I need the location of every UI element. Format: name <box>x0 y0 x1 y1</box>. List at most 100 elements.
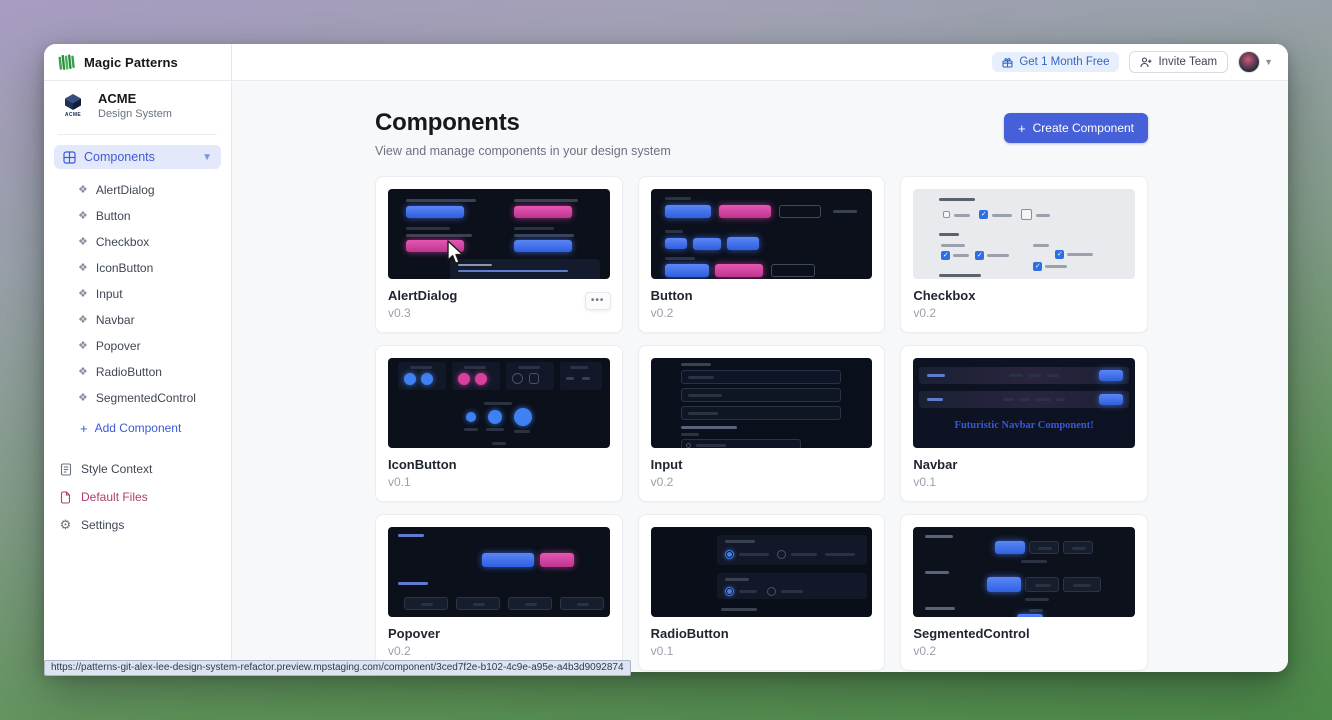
thumb-codeblock <box>450 259 600 279</box>
create-component-button[interactable]: + Create Component <box>1004 113 1148 143</box>
card-navbar[interactable]: Futuristic Navbar Component! Navbar v0.1 <box>900 345 1148 502</box>
page-content: Components View and manage components in… <box>232 81 1288 672</box>
plus-icon: + <box>80 422 88 435</box>
thumb-iconbutton <box>466 412 476 422</box>
thumb-nav-button <box>1099 370 1123 381</box>
sidebar-components-label: Components <box>84 150 155 164</box>
invite-label: Invite Team <box>1158 56 1217 68</box>
thumb-caption <box>514 234 574 237</box>
get-month-free-button[interactable]: Get 1 Month Free <box>992 52 1119 72</box>
thumb-nav-link <box>1003 398 1014 401</box>
thumb-label <box>781 590 803 593</box>
thumb-label <box>953 254 969 257</box>
grid-icon <box>63 151 76 164</box>
card-more-button[interactable]: ••• <box>585 292 611 310</box>
sidebar-item-label: SegmentedControl <box>96 391 196 405</box>
thumb-radio-selected <box>725 587 734 596</box>
thumb-label <box>577 603 589 606</box>
sidebar-item-alertdialog[interactable]: ❖AlertDialog <box>44 177 231 203</box>
thumb-iconbutton <box>404 373 416 385</box>
thumb-label <box>1045 265 1067 268</box>
thumb-pill <box>514 240 572 252</box>
thumb-caption <box>570 366 588 369</box>
plus-icon: + <box>1018 122 1026 135</box>
thumb-checkbox-checked <box>975 251 984 260</box>
thumb-caption <box>925 535 953 538</box>
thumb-iconbutton <box>529 373 539 384</box>
thumb-navbar <box>919 391 1129 408</box>
card-segmentedcontrol[interactable]: SegmentedControl v0.2 <box>900 514 1148 671</box>
sidebar-item-button[interactable]: ❖Button <box>44 203 231 229</box>
card-radiobutton[interactable]: RadioButton v0.1 <box>638 514 886 671</box>
card-alertdialog[interactable]: AlertDialog v0.3 ••• <box>375 176 623 333</box>
thumb-caption <box>406 234 472 237</box>
thumb-label <box>791 553 817 556</box>
card-version: v0.2 <box>388 644 610 658</box>
account-menu[interactable]: ▼ <box>1238 51 1273 73</box>
sidebar-item-default-files[interactable]: Default Files <box>44 483 231 511</box>
card-name: AlertDialog <box>388 288 610 304</box>
thumb-label <box>941 244 965 247</box>
thumb-iconbutton <box>421 373 433 385</box>
thumb-label <box>825 553 855 556</box>
thumb-codeline <box>458 270 568 272</box>
org-switcher[interactable]: ACME ACME Design System <box>44 81 231 128</box>
thumb-button <box>560 597 604 610</box>
thumb-caption <box>725 540 755 543</box>
component-icon: ❖ <box>78 315 88 326</box>
thumb-checkbox-checked <box>1055 250 1064 259</box>
card-popover[interactable]: Popover v0.2 <box>375 514 623 671</box>
card-name: Button <box>651 288 873 304</box>
thumb-radio-selected <box>725 550 734 559</box>
thumb-caption <box>681 426 737 429</box>
sidebar-item-input[interactable]: ❖Input <box>44 281 231 307</box>
thumb-segment-active <box>987 577 1021 592</box>
thumb-caption <box>725 578 749 581</box>
thumb-caption <box>398 534 424 537</box>
thumb-label <box>1033 244 1049 247</box>
card-name: Input <box>651 457 873 473</box>
thumb-segment <box>1063 541 1093 554</box>
iconbutton-thumbnail <box>388 358 610 448</box>
thumb-caption <box>939 233 959 236</box>
acme-logo: ACME <box>58 93 88 118</box>
sidebar: Magic Patterns ACME ACME Design System <box>44 44 232 672</box>
brand-header: Magic Patterns <box>44 44 231 81</box>
add-component-button[interactable]: + Add Component <box>44 415 231 441</box>
sidebar-item-popover[interactable]: ❖Popover <box>44 333 231 359</box>
sidebar-item-iconbutton[interactable]: ❖IconButton <box>44 255 231 281</box>
card-version: v0.2 <box>913 644 1135 658</box>
thumb-caption <box>410 366 432 369</box>
sidebar-item-segmentedcontrol[interactable]: ❖SegmentedControl <box>44 385 231 411</box>
sidebar-item-settings[interactable]: ⚙ Settings <box>44 511 231 539</box>
thumb-pill <box>719 205 771 218</box>
file-icon <box>59 491 72 504</box>
sidebar-item-style-context[interactable]: Style Context <box>44 455 231 483</box>
thumb-label <box>1072 547 1086 550</box>
thumb-navbar <box>919 367 1129 384</box>
thumb-caption <box>406 199 476 202</box>
default-files-label: Default Files <box>81 490 148 504</box>
card-input[interactable]: Input v0.2 <box>638 345 886 502</box>
thumb-pill <box>514 206 572 218</box>
page-header: Components View and manage components in… <box>375 109 1148 158</box>
org-name: ACME <box>98 91 172 106</box>
card-checkbox[interactable]: Checkbox v0.2 <box>900 176 1148 333</box>
sidebar-item-radiobutton[interactable]: ❖RadioButton <box>44 359 231 385</box>
invite-team-button[interactable]: Invite Team <box>1129 51 1228 73</box>
sidebar-item-components[interactable]: Components ▼ <box>54 145 221 169</box>
component-icon: ❖ <box>78 185 88 196</box>
card-button[interactable]: Button v0.2 <box>638 176 886 333</box>
thumb-search-field <box>681 439 801 448</box>
sidebar-item-navbar[interactable]: ❖Navbar <box>44 307 231 333</box>
thumb-segment-active <box>995 541 1025 554</box>
thumb-caption <box>665 257 695 260</box>
thumb-label <box>1035 584 1051 587</box>
thumb-label <box>992 214 1012 217</box>
thumb-pill <box>406 206 464 218</box>
gear-icon: ⚙ <box>59 517 72 533</box>
thumb-nav-brand <box>927 374 945 377</box>
sidebar-item-checkbox[interactable]: ❖Checkbox <box>44 229 231 255</box>
card-iconbutton[interactable]: IconButton v0.1 <box>375 345 623 502</box>
thumb-input-field <box>681 406 841 420</box>
